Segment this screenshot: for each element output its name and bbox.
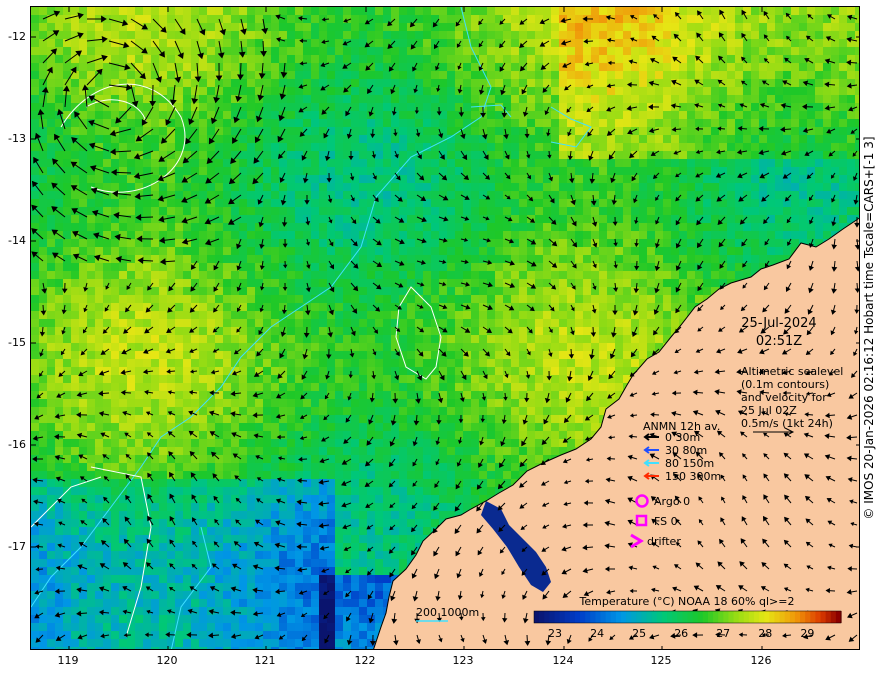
copyright-label: © IMOS 20-Jan-2026 02:16:12 Hobart time …: [860, 6, 878, 650]
colorbar-tick-label: 27: [716, 627, 730, 640]
depth-legend: 200 1000m: [416, 606, 479, 622]
depth-legend-label: 200 1000m: [416, 606, 479, 619]
x-tick-label: 121: [254, 654, 276, 667]
colorbar-tick-label: 25: [632, 627, 646, 640]
argo-label: Argo 0: [654, 495, 690, 508]
colorbar-tick-label: 26: [674, 627, 688, 640]
x-tick-label: 120: [156, 654, 178, 667]
altimetry-note-line: 25 Jul 02Z: [741, 404, 797, 417]
colorbar-tick-label: 23: [548, 627, 562, 640]
copyright-text: © IMOS 20-Jan-2026 02:16:12 Hobart time …: [862, 136, 876, 520]
y-tick-label: -16: [8, 438, 26, 451]
anmn-item-label: 150 300m: [665, 470, 721, 483]
sst-map: 25-Jul-2024 02:51Z Altimetric sealevel (…: [30, 6, 860, 650]
colorbar-tick-label: 28: [758, 627, 772, 640]
map-canvas: 25-Jul-2024 02:51Z Altimetric sealevel (…: [31, 7, 859, 649]
y-tick-label: -14: [8, 234, 26, 247]
timestamp-time: 02:51Z: [756, 334, 802, 349]
x-tick-label: 122: [354, 654, 376, 667]
anmn-item-label: 0 30m: [665, 431, 700, 444]
y-tick-label: -13: [8, 132, 26, 145]
y-axis: -12 -13 -14 -15 -16 -17: [0, 0, 30, 680]
altimetry-note-line: 0.5m/s (1kt 24h): [741, 417, 833, 430]
anmn-item-label: 80 150m: [665, 457, 714, 470]
x-tick-label: 119: [57, 654, 79, 667]
colorbar-title: Temperature (°C) NOAA 18 60% ql>=2: [579, 595, 795, 608]
y-tick-label: -15: [8, 336, 26, 349]
timestamp-date: 25-Jul-2024: [741, 316, 816, 331]
fs-label: FS 0: [654, 515, 678, 528]
y-tick-label: -17: [8, 540, 26, 553]
x-axis: 119 120 121 122 123 124 125 126: [30, 654, 860, 674]
altimetry-note-line: and velocity for: [741, 391, 827, 404]
x-tick-label: 125: [650, 654, 672, 667]
drifter-label: drifter: [647, 535, 681, 548]
y-tick-label: -12: [8, 30, 26, 43]
colorbar-gradient: [534, 611, 842, 623]
x-tick-label: 126: [750, 654, 772, 667]
altimetry-note-line: Altimetric sealevel: [741, 365, 843, 378]
colorbar-tick-label: 24: [590, 627, 604, 640]
anmn-item-label: 30 80m: [665, 444, 707, 457]
colorbar-tick-label: 29: [800, 627, 814, 640]
x-tick-label: 123: [452, 654, 474, 667]
altimetry-note-line: (0.1m contours): [741, 378, 829, 391]
x-tick-label: 124: [552, 654, 574, 667]
